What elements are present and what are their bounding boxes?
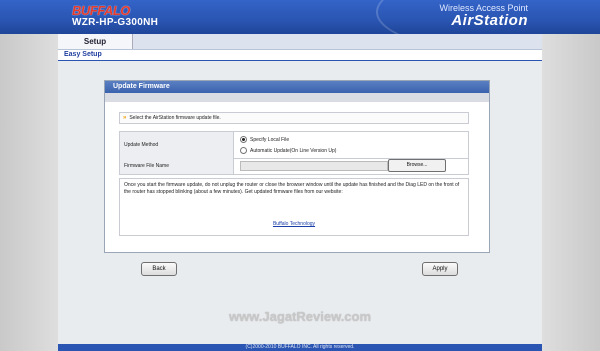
- browse-button[interactable]: Browse...: [388, 159, 446, 172]
- instruction-row: » Select the AirStation firmware update f…: [119, 112, 469, 124]
- notice-text: Once you start the firmware update, do n…: [124, 182, 460, 195]
- firmware-file-row: Firmware File Name Browse...: [119, 157, 469, 175]
- right-margin: [542, 0, 600, 351]
- sub-nav: Easy Setup: [58, 50, 542, 61]
- firmware-file-label: Firmware File Name: [120, 157, 234, 174]
- panel-title: Update Firmware: [105, 81, 489, 93]
- notice-box: Once you start the firmware update, do n…: [119, 178, 469, 236]
- tab-bar: Setup: [58, 34, 542, 50]
- model-name: WZR-HP-G300NH: [72, 17, 159, 28]
- radio-auto[interactable]: [240, 147, 247, 154]
- product-logo: AirStation: [451, 12, 528, 29]
- instruction-text: Select the AirStation firmware update fi…: [129, 115, 221, 121]
- radio-auto-label: Automatic Update(On Line Version Up): [250, 147, 337, 154]
- buffalo-technology-link[interactable]: Buffalo Technology: [120, 221, 468, 227]
- tab-setup[interactable]: Setup: [58, 34, 133, 49]
- sub-nav-easy-setup[interactable]: Easy Setup: [64, 50, 102, 60]
- update-method-row: Update Method Specify Local File Automat…: [119, 131, 469, 159]
- apply-button[interactable]: Apply: [422, 262, 458, 276]
- update-method-label: Update Method: [120, 132, 234, 158]
- panel-subheader: [105, 93, 489, 102]
- radio-local[interactable]: [240, 136, 247, 143]
- footer-copyright: (C)2000-2010 BUFFALO INC. All rights res…: [58, 344, 542, 351]
- double-chevron-icon: »: [123, 115, 127, 121]
- brand-logo: BUFFALO: [72, 3, 130, 18]
- header-banner: BUFFALO WZR-HP-G300NH Wireless Access Po…: [0, 0, 600, 34]
- watermark: www.JagatReview.com: [228, 309, 372, 324]
- radio-local-label: Specify Local File: [250, 136, 290, 143]
- firmware-file-input[interactable]: [240, 161, 388, 171]
- back-button[interactable]: Back: [141, 262, 177, 276]
- radio-option-local[interactable]: Specify Local File: [240, 136, 289, 143]
- left-margin: [0, 0, 58, 351]
- radio-option-auto[interactable]: Automatic Update(On Line Version Up): [240, 147, 336, 154]
